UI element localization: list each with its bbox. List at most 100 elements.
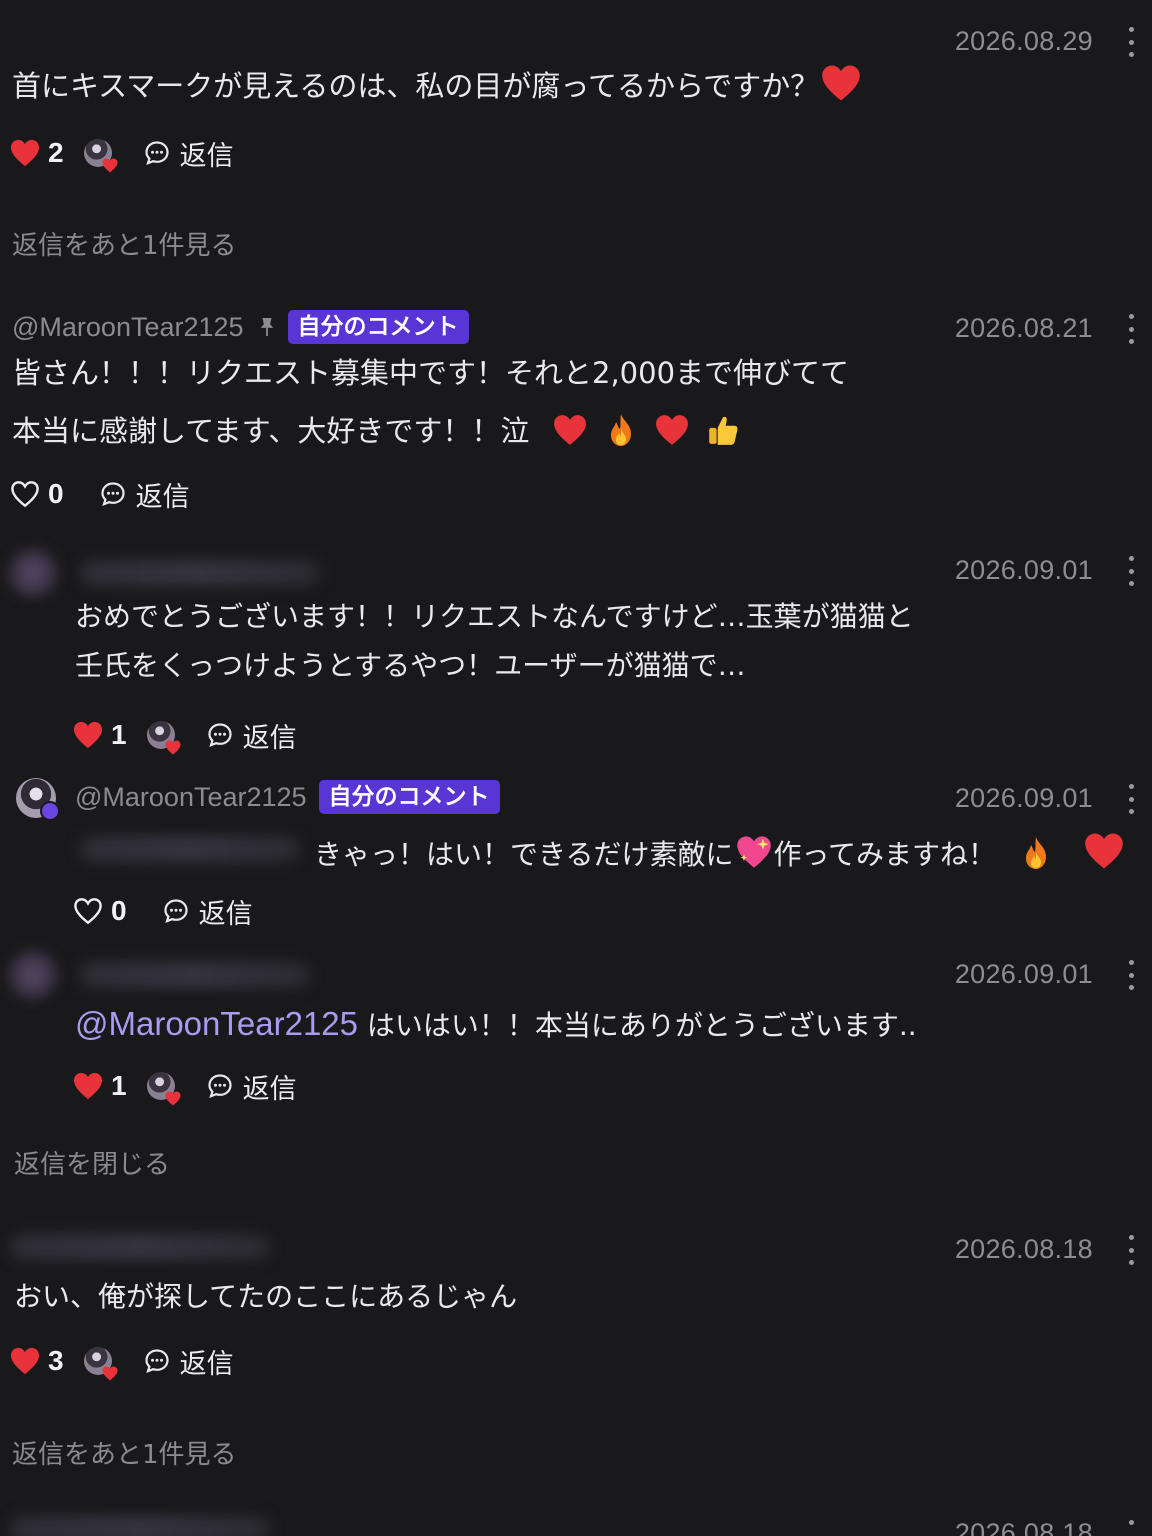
comment-date: 2026.09.01 <box>954 783 1093 813</box>
blurred-username <box>80 560 320 586</box>
heart-icon <box>165 740 181 755</box>
chat-bubble-icon <box>100 482 125 507</box>
like-count: 1 <box>111 1070 127 1101</box>
reply-button[interactable]: 返信 <box>163 892 253 931</box>
blurred-avatar[interactable] <box>8 548 58 598</box>
reply-label: 返信 <box>179 1348 234 1380</box>
comment-text: おい、俺が探してたのここにあるじゃん <box>14 1280 518 1313</box>
close-replies-link[interactable]: 返信を閉じる <box>14 1144 170 1181</box>
heart-outline-icon[interactable] <box>73 897 103 925</box>
comment-text-line1: 皆さん！！！リクエスト募集中です！それと2,000まで伸びてて <box>12 356 850 390</box>
heart-filled-icon[interactable] <box>73 721 103 749</box>
comment-actions: 0 返信 <box>73 891 253 931</box>
comment-date: 2026.08.18 <box>954 1234 1093 1264</box>
heart-icon <box>165 1091 181 1106</box>
more-options-icon[interactable] <box>1126 27 1136 57</box>
fire-emoji <box>610 414 631 446</box>
comment-actions: 1 返信 <box>73 715 297 755</box>
comment-text-body: 首にキスマークが見えるのは、私の目が腐ってるからですか？ <box>12 69 820 103</box>
comment-text-line2: 壬氏をくっつけようとするやつ！ユーザーが猫猫で… <box>75 649 746 682</box>
own-comment-badge: 自分のコメント <box>318 780 500 814</box>
more-options-icon[interactable] <box>1126 784 1136 814</box>
comment-text-body: はいはい！！本当にありがとうございます.. <box>358 1009 917 1042</box>
reply-button[interactable]: 返信 <box>207 1067 297 1106</box>
blurred-username[interactable] <box>10 1516 270 1536</box>
reply-button[interactable]: 返信 <box>144 134 234 173</box>
view-more-replies-link[interactable]: 返信をあと1件見る <box>12 1434 237 1471</box>
comment-actions: 1 返信 <box>73 1066 297 1106</box>
heart-filled-icon[interactable] <box>73 1072 103 1100</box>
like-count: 0 <box>111 895 127 926</box>
chat-bubble-icon <box>144 141 169 166</box>
more-options-icon[interactable] <box>1126 1520 1136 1536</box>
more-options-icon[interactable] <box>1126 314 1136 344</box>
thumbs-up-emoji <box>709 416 738 445</box>
comment-text-line1: おめでとうございます！！リクエストなんですけど…玉葉が猫猫と <box>75 600 914 633</box>
comment-text: 首にキスマークが見えるのは、私の目が腐ってるからですか？ <box>12 64 861 104</box>
reply-label: 返信 <box>242 1073 297 1105</box>
heart-filled-icon[interactable] <box>10 1347 40 1375</box>
pin-icon <box>260 318 273 336</box>
blurred-avatar[interactable] <box>8 950 58 1000</box>
more-options-icon[interactable] <box>1126 960 1136 990</box>
more-options-icon[interactable] <box>1126 1235 1136 1265</box>
reply-label: 返信 <box>242 722 297 754</box>
like-count: 3 <box>48 1345 64 1376</box>
liked-by-author-avatar <box>146 1072 181 1106</box>
comment-text-line2: 本当に感謝してます、大好きです！！泣 <box>12 413 740 449</box>
red-heart-emoji <box>553 415 586 445</box>
more-options-icon[interactable] <box>1126 556 1136 586</box>
reply-button[interactable]: 返信 <box>144 1342 234 1381</box>
comment-text: きゃっ！はい！できるだけ素敵に 作ってみますね！ <box>314 832 1152 872</box>
comment-actions: 3 返信 <box>10 1341 234 1381</box>
comment-thread: 2026.08.29 首にキスマークが見えるのは、私の目が腐ってるからですか？ … <box>0 0 1152 1536</box>
comment-text-part1: きゃっ！はい！できるだけ素敵に <box>314 838 734 871</box>
user-avatar[interactable] <box>16 778 60 821</box>
comment-date: 2026.08.21 <box>954 313 1093 343</box>
like-count: 1 <box>111 719 127 750</box>
blurred-username <box>80 962 310 988</box>
comment-date: 2026.09.01 <box>954 555 1093 585</box>
reply-label: 返信 <box>198 898 253 930</box>
own-comment-badge: 自分のコメント <box>287 310 469 344</box>
creator-badge-icon <box>40 801 60 821</box>
heart-icon <box>102 1366 118 1381</box>
reply-button[interactable]: 返信 <box>100 475 190 514</box>
comment-text-part2: 作ってみますね！ <box>773 838 997 871</box>
chat-bubble-icon <box>163 899 188 924</box>
mention-link[interactable]: @MaroonTear2125 <box>75 1005 358 1042</box>
sparkling-heart-emoji <box>737 836 772 868</box>
reply-label: 返信 <box>135 481 190 513</box>
red-heart-emoji <box>822 65 860 101</box>
reply-label: 返信 <box>179 140 234 172</box>
chat-bubble-icon <box>207 723 232 748</box>
view-more-replies-link[interactable]: 返信をあと1件見る <box>12 225 237 262</box>
username[interactable]: @MaroonTear2125 <box>75 782 307 813</box>
red-heart-emoji <box>656 415 688 445</box>
chat-bubble-icon <box>144 1349 169 1374</box>
comment-text-body: 本当に感謝してます、大好きです！！泣 <box>12 414 530 448</box>
comment-text: @MaroonTear2125 はいはい！！本当にありがとうございます.. <box>75 1004 917 1044</box>
comment-actions: 2 返信 <box>10 133 234 173</box>
comment-header: @MaroonTear2125 自分のコメント <box>75 780 500 814</box>
reply-button[interactable]: 返信 <box>207 716 297 755</box>
comment-date: 2026.08.29 <box>954 26 1093 56</box>
comment-header: @MaroonTear2125 自分のコメント <box>12 310 469 344</box>
like-count: 2 <box>48 137 64 168</box>
heart-filled-icon[interactable] <box>10 139 40 167</box>
comment-actions: 0 返信 <box>10 474 190 514</box>
blurred-username[interactable] <box>10 1234 270 1260</box>
blurred-mention <box>80 836 300 862</box>
comment-date: 2026.09.01 <box>954 959 1093 989</box>
like-count: 0 <box>48 478 64 509</box>
liked-by-author-avatar <box>83 139 118 173</box>
fire-emoji <box>1025 837 1046 869</box>
red-heart-emoji <box>1085 833 1123 869</box>
chat-bubble-icon <box>207 1074 232 1099</box>
comment-date: 2026.08.18 <box>954 1518 1093 1536</box>
liked-by-author-avatar <box>146 721 181 755</box>
heart-outline-icon[interactable] <box>10 480 40 508</box>
liked-by-author-avatar <box>83 1347 118 1381</box>
heart-icon <box>102 158 118 173</box>
username[interactable]: @MaroonTear2125 <box>12 312 244 343</box>
